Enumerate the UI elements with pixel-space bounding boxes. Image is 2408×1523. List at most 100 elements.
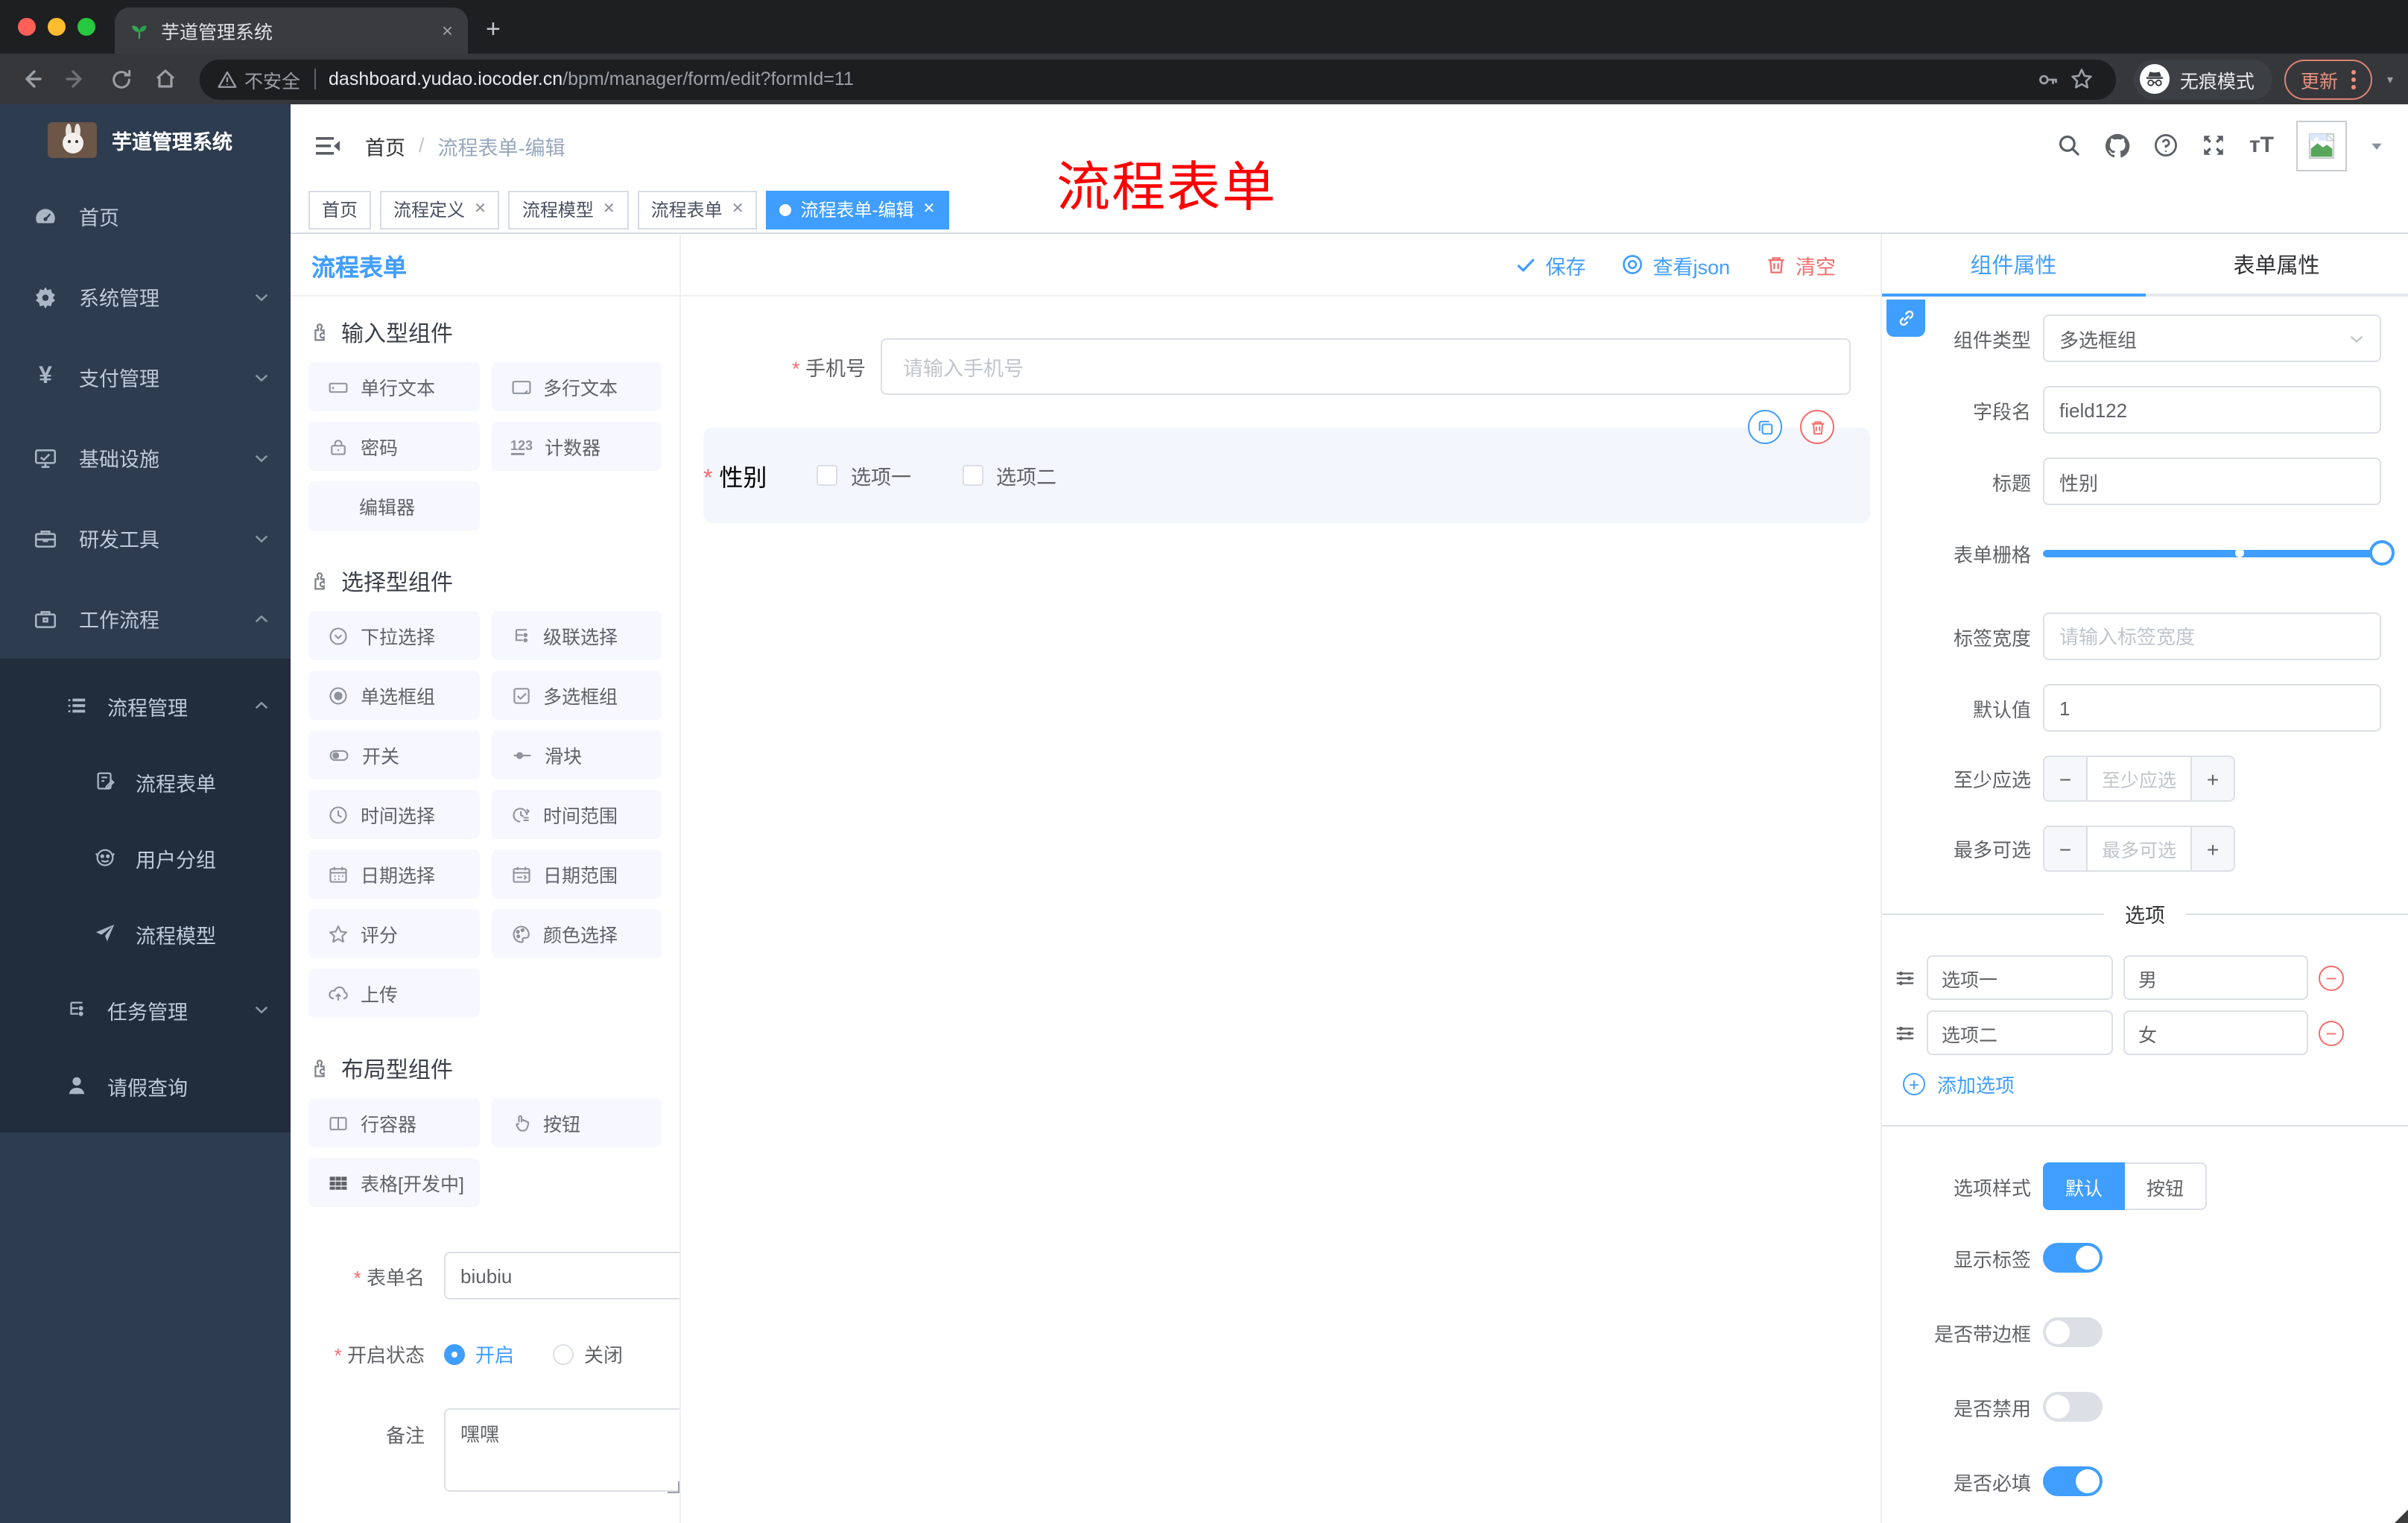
component-chip-upload[interactable]: 上传	[308, 969, 479, 1018]
sidebar-item-process-model[interactable]: 流程模型	[0, 896, 291, 972]
option-value-input[interactable]	[2123, 955, 2308, 1000]
component-chip-button[interactable]: 按钮	[491, 1098, 662, 1147]
home-icon[interactable]	[149, 63, 182, 95]
gender-option-1[interactable]: 选项一	[817, 460, 911, 490]
sidebar-item-devtools[interactable]: 研发工具	[0, 498, 291, 578]
tab-close-icon[interactable]: ×	[442, 19, 453, 42]
tab-form-props[interactable]: 表单属性	[2145, 234, 2408, 294]
component-chip-switch[interactable]: 开关	[308, 730, 479, 779]
max-select-stepper[interactable]: − 最多可选 +	[2043, 826, 2235, 872]
title-input[interactable]	[2043, 457, 2381, 505]
default-value-input[interactable]	[2043, 684, 2381, 732]
link-handle-icon[interactable]	[1886, 300, 1925, 337]
component-chip-counter[interactable]: 123 计数器	[491, 422, 662, 471]
checkbox-icon[interactable]	[817, 465, 837, 486]
component-chip-color-picker[interactable]: 颜色选择	[491, 909, 662, 958]
avatar-caret-icon[interactable]	[2369, 138, 2384, 153]
field-phone[interactable]: 手机号 请输入手机号	[696, 338, 1851, 395]
component-chip-cascader[interactable]: 级联选择	[491, 611, 662, 660]
required-switch[interactable]	[2043, 1466, 2103, 1496]
disabled-switch[interactable]	[2043, 1392, 2103, 1422]
sidebar-item-infra[interactable]: 基础设施	[0, 417, 291, 498]
stepper-plus-button[interactable]: +	[2190, 827, 2234, 870]
github-icon[interactable]	[2105, 132, 2132, 159]
browser-tab[interactable]: 芋道管理系统 ×	[115, 7, 468, 54]
sidebar-item-workflow[interactable]: 工作流程	[0, 578, 291, 659]
form-remark-textarea[interactable]: 嘿嘿	[444, 1408, 679, 1492]
border-switch[interactable]	[2043, 1317, 2103, 1347]
form-name-input[interactable]	[444, 1252, 679, 1299]
sidebar-item-home[interactable]: 首页	[0, 176, 291, 256]
delete-field-button[interactable]	[1800, 410, 1834, 444]
status-radio-on[interactable]: 开启	[444, 1340, 514, 1368]
style-default-button[interactable]: 默认	[2043, 1162, 2125, 1210]
field-gender-selected[interactable]: 性别 选项一 选项二	[703, 410, 1870, 523]
stepper-minus-button[interactable]: −	[2044, 827, 2088, 870]
option-value-input[interactable]	[2123, 1010, 2308, 1055]
gender-option-2[interactable]: 选项二	[962, 460, 1056, 490]
tab-component-props[interactable]: 组件属性	[1882, 234, 2145, 294]
close-window-button[interactable]	[18, 18, 36, 36]
new-tab-button[interactable]: +	[486, 12, 501, 48]
tag-process-definition[interactable]: 流程定义 ✕	[380, 190, 500, 229]
avatar[interactable]	[2296, 120, 2347, 171]
tag-close-icon[interactable]: ✕	[922, 201, 935, 218]
sidebar-item-leave-query[interactable]: 请假查询	[0, 1048, 291, 1124]
bookmark-star-icon[interactable]	[2065, 63, 2098, 95]
component-chip-time-picker[interactable]: 时间选择	[308, 790, 479, 839]
label-width-input[interactable]	[2043, 612, 2381, 660]
view-json-button[interactable]: 查看json	[1621, 250, 1730, 279]
clear-button[interactable]: 清空	[1766, 250, 1836, 279]
component-chip-table[interactable]: 表格[开发中]	[308, 1158, 479, 1207]
option-label-input[interactable]	[1927, 1010, 2113, 1055]
status-radio-off[interactable]: 关闭	[553, 1340, 623, 1368]
sidebar-item-process-mgmt[interactable]: 流程管理	[0, 668, 291, 744]
remove-option-button[interactable]: −	[2319, 1020, 2344, 1045]
component-chip-editor[interactable]: 编辑器	[308, 481, 479, 531]
toolbar-caret-icon[interactable]: ▾	[2387, 72, 2393, 86]
style-button-button[interactable]: 按钮	[2125, 1162, 2207, 1210]
component-chip-multi-text[interactable]: 多行文本	[491, 362, 662, 411]
show-label-switch[interactable]	[2043, 1243, 2103, 1273]
component-chip-time-range[interactable]: 时间范围	[491, 790, 662, 839]
sidebar-item-task-mgmt[interactable]: 任务管理	[0, 972, 291, 1048]
save-button[interactable]: 保存	[1515, 250, 1585, 279]
component-chip-rate[interactable]: 评分	[308, 909, 479, 958]
form-grid-slider[interactable]	[2043, 529, 2395, 577]
sidebar-item-process-form[interactable]: 流程表单	[0, 744, 291, 820]
minimize-window-button[interactable]	[48, 18, 66, 36]
reload-icon[interactable]	[104, 63, 137, 95]
component-chip-password[interactable]: 密码	[308, 422, 479, 471]
address-bar[interactable]: 不安全 dashboard.yudao.iocoder.cn/bpm/manag…	[200, 59, 2116, 99]
component-chip-slider[interactable]: 滑块	[491, 730, 662, 779]
tag-home[interactable]: 首页	[308, 190, 372, 229]
checkbox-icon[interactable]	[962, 465, 983, 486]
slider-handle[interactable]	[2369, 540, 2395, 566]
maximize-window-button[interactable]	[77, 18, 95, 36]
tag-close-icon[interactable]: ✕	[603, 201, 615, 218]
sidebar-item-payment[interactable]: ¥ 支付管理	[0, 337, 291, 417]
component-chip-date-range[interactable]: 日期范围	[491, 849, 662, 899]
add-option-button[interactable]: + 添加选项	[1903, 1070, 2408, 1098]
help-icon[interactable]	[2154, 133, 2179, 158]
drag-handle-icon[interactable]	[1894, 966, 1916, 989]
password-key-icon[interactable]	[2032, 63, 2065, 95]
component-chip-checkbox-group[interactable]: 多选框组	[491, 671, 662, 720]
font-size-icon[interactable]: ᴛT	[2249, 133, 2274, 158]
component-chip-single-text[interactable]: 单行文本	[308, 362, 479, 411]
back-icon[interactable]	[15, 63, 48, 95]
not-secure-warning-icon[interactable]: 不安全	[218, 65, 300, 93]
stepper-plus-button[interactable]: +	[2190, 757, 2234, 800]
update-chrome-button[interactable]: 更新	[2284, 59, 2372, 99]
component-chip-date-picker[interactable]: 日期选择	[308, 849, 479, 899]
remove-option-button[interactable]: −	[2319, 965, 2344, 990]
fullscreen-icon[interactable]	[2202, 133, 2227, 158]
component-chip-select[interactable]: 下拉选择	[308, 611, 479, 660]
copy-field-button[interactable]	[1748, 410, 1782, 444]
drag-handle-icon[interactable]	[1894, 1022, 1916, 1044]
forward-icon[interactable]	[60, 63, 92, 95]
sidebar-item-system[interactable]: 系统管理	[0, 256, 291, 337]
search-icon[interactable]	[2057, 133, 2082, 158]
phone-input[interactable]: 请输入手机号	[881, 338, 1851, 395]
tag-close-icon[interactable]: ✕	[732, 201, 744, 218]
